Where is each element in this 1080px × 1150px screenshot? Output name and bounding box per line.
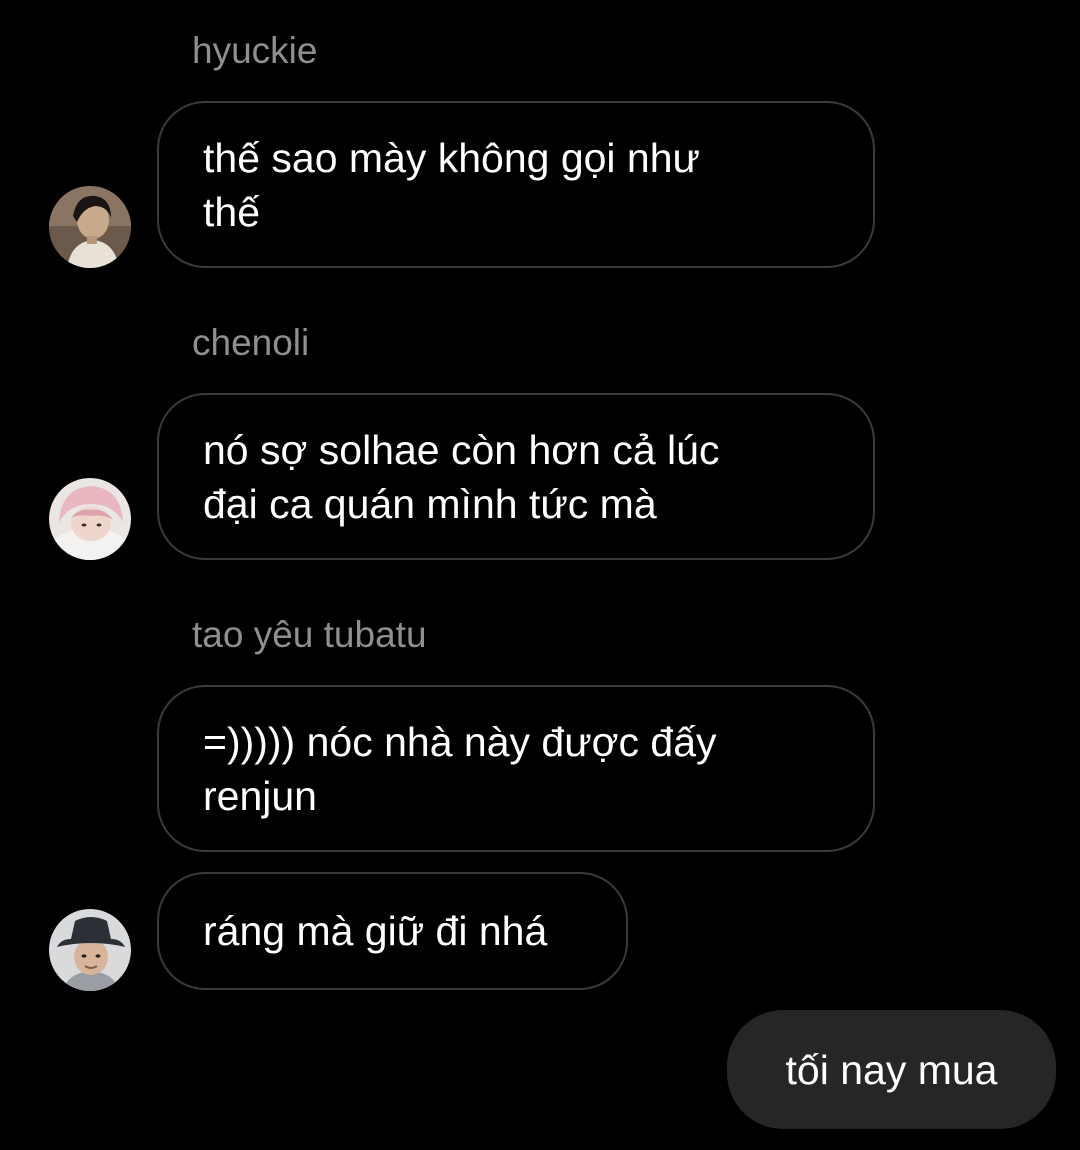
avatar-tao-yeu-tubatu-icon[interactable] — [49, 909, 131, 991]
sender-name-tao-yeu-tubatu: tao yêu tubatu — [192, 614, 427, 655]
message-text: nó sợ solhae còn hơn cả lúc đại ca quán … — [203, 426, 720, 527]
outgoing-message-bubble[interactable]: tối nay mua — [727, 1010, 1056, 1129]
outgoing-message-text: tối nay mua — [785, 1046, 998, 1093]
message-text: =))))) nóc nhà này được đấy renjun — [203, 718, 717, 819]
avatar-pink-hair-icon — [49, 478, 131, 560]
message-bubble[interactable]: =))))) nóc nhà này được đấy renjun — [157, 685, 875, 852]
avatar-chenoli-icon[interactable] — [49, 478, 131, 560]
sender-name-chenoli: chenoli — [192, 322, 310, 363]
message-bubble[interactable]: ráng mà giữ đi nhá — [157, 872, 628, 990]
message-text: ráng mà giữ đi nhá — [203, 908, 548, 954]
message-bubble[interactable]: thế sao mày không gọi như thế — [157, 101, 875, 268]
message-bubble[interactable]: nó sợ solhae còn hơn cả lúc đại ca quán … — [157, 393, 875, 560]
message-text: thế sao mày không gọi như thế — [203, 134, 700, 235]
sender-name-hyuckie: hyuckie — [192, 30, 318, 71]
avatar-bucket-hat-icon — [49, 909, 131, 991]
avatar-boy-dark-hair-icon — [49, 186, 131, 268]
avatar-hyuckie-icon[interactable] — [49, 186, 131, 268]
